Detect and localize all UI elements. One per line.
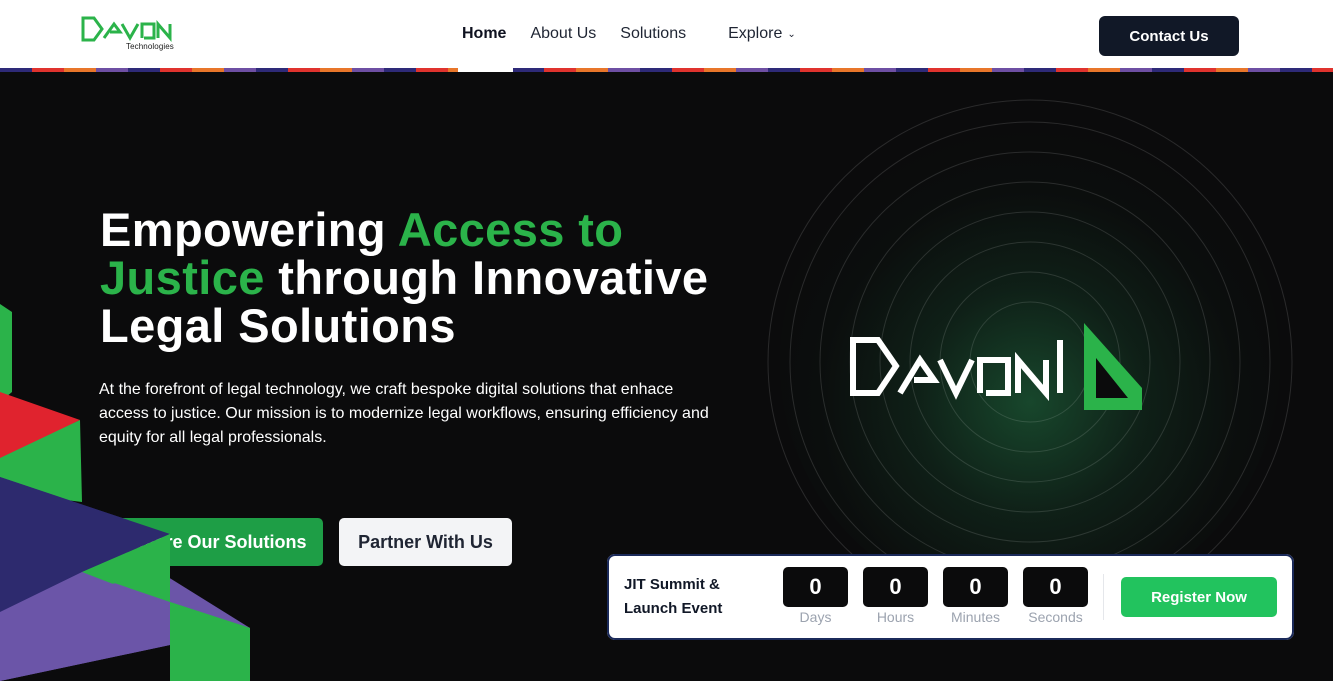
- headline-highlight-2: Justice: [100, 251, 265, 304]
- event-title: JIT Summit & Launch Event: [624, 576, 723, 617]
- countdown-seconds-label: Seconds: [1028, 609, 1083, 625]
- hero-section: Empowering Access to Justice through Inn…: [0, 72, 1333, 681]
- countdown-minutes-label: Minutes: [950, 609, 1001, 625]
- chevron-down-icon: ⌄: [787, 28, 796, 40]
- card-divider: [1103, 574, 1104, 620]
- hero-description: At the forefront of legal technology, we…: [99, 381, 709, 446]
- nav-home-label: Home: [462, 25, 507, 42]
- countdown-hours-label: Hours: [876, 609, 915, 625]
- headline-text-2: through Innovative: [264, 251, 709, 304]
- geometric-shapes-decoration: [0, 304, 250, 681]
- countdown-days-value: 0: [783, 567, 848, 607]
- nav-about-us[interactable]: About Us: [518, 0, 608, 68]
- nav-explore-label: Explore: [728, 25, 783, 42]
- partner-with-us-button[interactable]: Partner With Us: [339, 518, 512, 566]
- register-now-button[interactable]: Register Now: [1121, 577, 1277, 617]
- countdown-seconds-value: 0: [1023, 567, 1088, 607]
- headline-highlight-1: Access to: [397, 203, 624, 256]
- main-menu: Home About Us Solutions Explore ⌄: [450, 0, 808, 72]
- headline-text-1: Empowering: [100, 203, 398, 256]
- nav-about-label: About Us: [530, 25, 597, 42]
- devon-wordmark-logo: [850, 323, 1142, 410]
- event-countdown-card: JIT Summit & Launch Event 0 Days 0 Hours…: [607, 554, 1294, 640]
- logo-subtitle: Technologies: [126, 42, 174, 51]
- hero-headline: Empowering Access to Justice through Inn…: [100, 206, 800, 350]
- countdown-minutes-value: 0: [943, 567, 1008, 607]
- nav-solutions[interactable]: Solutions: [608, 0, 698, 68]
- top-nav: Technologies Home About Us Solutions Exp…: [0, 0, 1333, 72]
- countdown-hours-value: 0: [863, 567, 928, 607]
- brand-logo[interactable]: Technologies: [80, 14, 190, 56]
- explore-solutions-button[interactable]: Explore Our Solutions: [100, 518, 323, 566]
- nav-home[interactable]: Home: [450, 0, 518, 72]
- contact-us-button[interactable]: Contact Us: [1099, 16, 1239, 56]
- headline-text-3: Legal Solutions: [100, 299, 456, 352]
- nav-solutions-label: Solutions: [620, 25, 687, 42]
- countdown-days-label: Days: [799, 609, 832, 625]
- nav-explore[interactable]: Explore ⌄: [716, 0, 808, 68]
